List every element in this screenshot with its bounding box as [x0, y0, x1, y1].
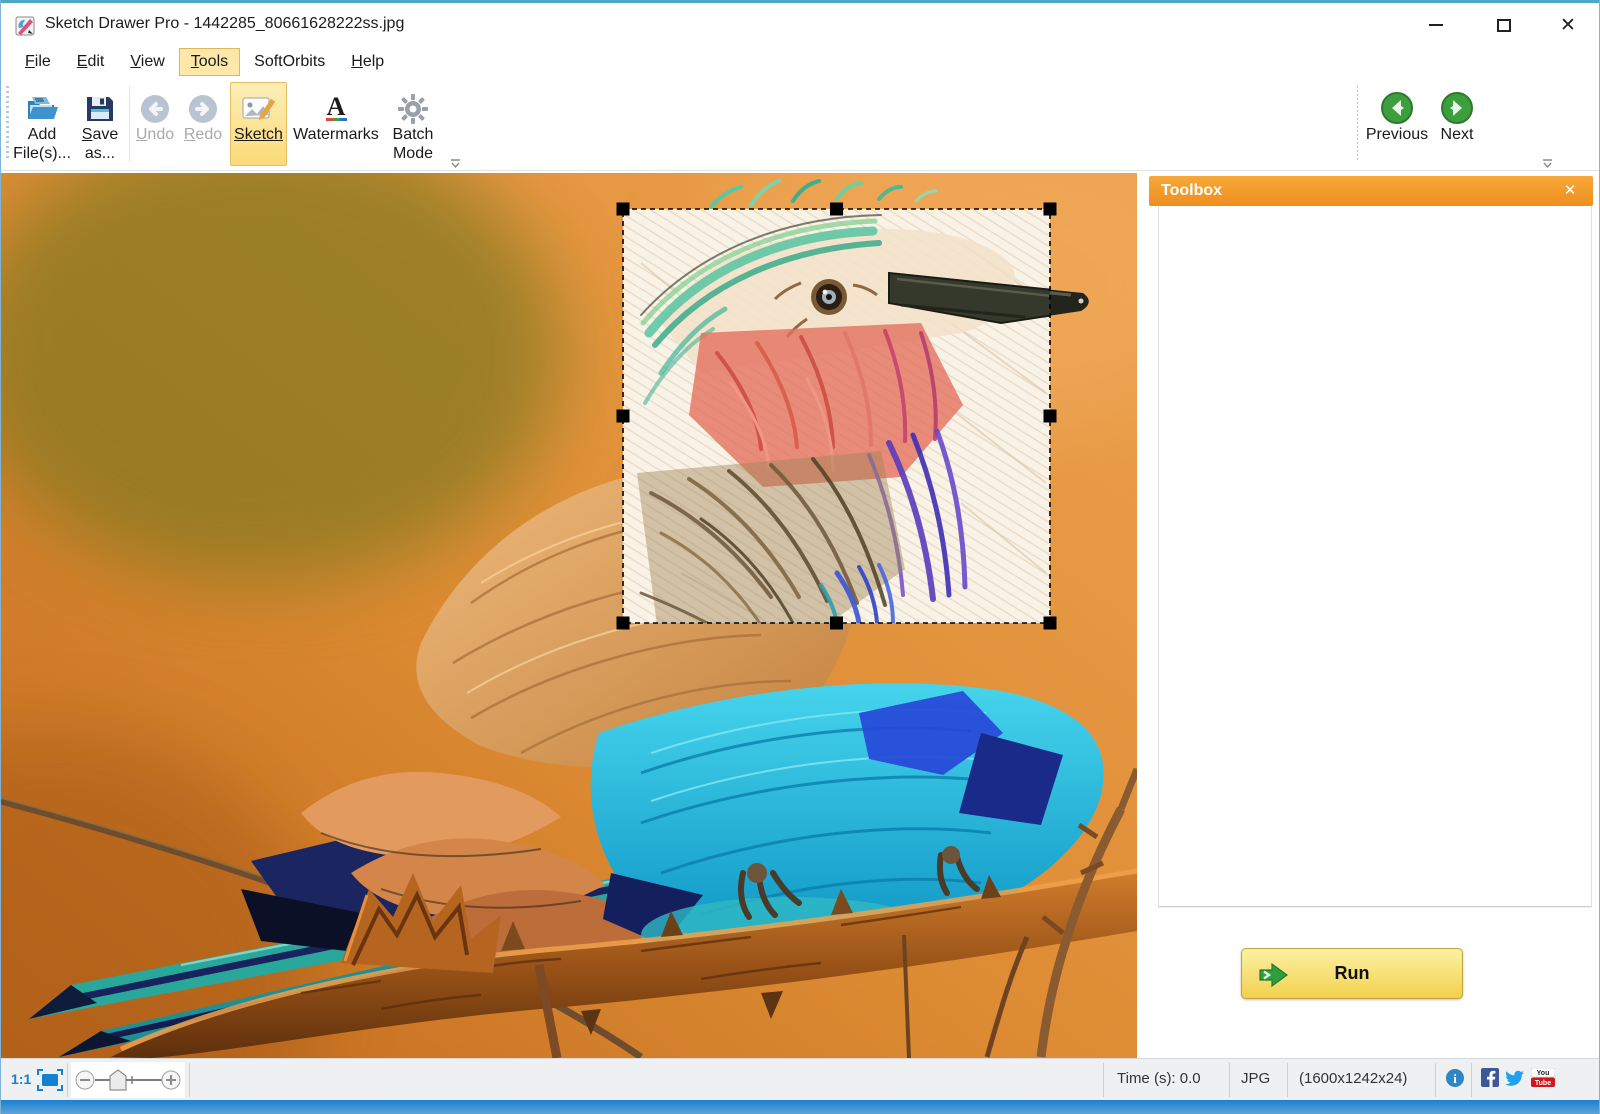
run-button[interactable]: Run [1241, 948, 1463, 999]
facebook-icon[interactable] [1481, 1068, 1499, 1087]
redo-button[interactable]: Redo [181, 82, 225, 166]
previous-icon [1380, 85, 1414, 125]
menu-help[interactable]: Help [339, 48, 396, 76]
batch-mode-gear-icon [397, 85, 429, 125]
maximize-button[interactable] [1481, 9, 1527, 41]
toolbar-grip [6, 86, 9, 160]
menu-view[interactable]: View [118, 48, 176, 76]
toolbar-overflow-icon[interactable] [449, 158, 462, 168]
status-dimensions: (1600x1242x24) [1299, 1070, 1407, 1087]
app-logo-icon [15, 15, 37, 37]
status-format: JPG [1241, 1070, 1270, 1087]
add-files-button[interactable]: AddFile(s)... [11, 82, 73, 166]
watermarks-icon: A [321, 85, 351, 125]
toolbar-overflow-right-icon[interactable] [1541, 158, 1554, 168]
redo-icon [187, 85, 219, 125]
svg-text:Tube: Tube [1535, 1080, 1551, 1087]
run-arrow-icon [1258, 962, 1290, 988]
menu-tools[interactable]: Tools [179, 48, 240, 76]
selection-handle-w[interactable] [617, 410, 630, 423]
toolbar: AddFile(s)... Saveas... [1, 78, 1599, 171]
save-icon [85, 85, 115, 125]
previous-button[interactable]: Previous [1365, 82, 1429, 166]
batch-mode-button[interactable]: BatchMode [385, 82, 441, 166]
toolbox-close-icon: ✕ [1564, 182, 1577, 199]
next-button[interactable]: Next [1433, 82, 1481, 166]
minimize-button[interactable] [1413, 9, 1459, 41]
twitter-icon[interactable] [1505, 1070, 1525, 1087]
toolbox-content-frame [1158, 206, 1592, 908]
toolbox-close-button[interactable]: ✕ [1557, 176, 1583, 206]
toolbar-separator [129, 86, 130, 162]
app-window: Sketch Drawer Pro - 1442285_80661628222s… [0, 0, 1600, 1114]
selection-handle-se[interactable] [1044, 617, 1057, 630]
zoom-actual-button[interactable]: 1:1 [11, 1071, 31, 1087]
menu-file[interactable]: File [13, 48, 63, 76]
zoom-slider[interactable] [71, 1062, 185, 1098]
status-bar: 1:1 Time (s): 0.0 JPG (1600x1242x2 [1, 1058, 1599, 1100]
sketch-icon [242, 85, 276, 125]
toolbox-header: Toolbox ✕ [1149, 176, 1593, 206]
watermarks-button[interactable]: A Watermarks [289, 82, 383, 166]
undo-button[interactable]: Undo [133, 82, 177, 166]
close-button[interactable]: ✕ [1545, 9, 1591, 41]
close-icon: ✕ [1560, 14, 1576, 37]
add-files-icon [24, 85, 60, 125]
title-bar: Sketch Drawer Pro - 1442285_80661628222s… [1, 0, 1599, 45]
undo-icon [139, 85, 171, 125]
next-icon [1440, 85, 1474, 125]
svg-text:i: i [1453, 1071, 1457, 1086]
menu-bar: File Edit View Tools SoftOrbits Help [1, 45, 1599, 78]
minimize-icon [1429, 24, 1443, 26]
window-title: Sketch Drawer Pro - 1442285_80661628222s… [45, 15, 404, 33]
sketch-button[interactable]: Sketch [230, 82, 287, 166]
status-time: Time (s): 0.0 [1117, 1070, 1201, 1087]
svg-text:A: A [327, 93, 346, 121]
maximize-icon [1497, 19, 1511, 32]
youtube-icon[interactable]: You Tube [1531, 1068, 1555, 1087]
info-icon[interactable]: i [1445, 1068, 1465, 1088]
selection-handle-e[interactable] [1044, 410, 1057, 423]
selection-handle-n[interactable] [830, 203, 843, 216]
selection-handle-ne[interactable] [1044, 203, 1057, 216]
toolbar-separator-right [1357, 86, 1358, 162]
toolbox-panel: Toolbox ✕ Style Realistic [1141, 171, 1600, 1058]
svg-text:You: You [1537, 1070, 1550, 1077]
selection-handle-s[interactable] [830, 617, 843, 630]
image-canvas[interactable] [1, 173, 1137, 1058]
menu-edit[interactable]: Edit [65, 48, 117, 76]
bird-photo [1, 173, 1137, 1058]
selection-handle-sw[interactable] [617, 617, 630, 630]
sketch-preview [623, 209, 1089, 625]
fit-to-screen-icon[interactable] [37, 1069, 63, 1091]
toolbox-divider [1159, 906, 1591, 907]
selection-handle-nw[interactable] [617, 203, 630, 216]
zoom-thumb [110, 1070, 126, 1090]
menu-softorbits[interactable]: SoftOrbits [242, 48, 337, 76]
main-area: Toolbox ✕ Style Realistic [1, 171, 1599, 1058]
window-bottom-border [1, 1100, 1599, 1114]
save-as-button[interactable]: Saveas... [75, 82, 125, 166]
